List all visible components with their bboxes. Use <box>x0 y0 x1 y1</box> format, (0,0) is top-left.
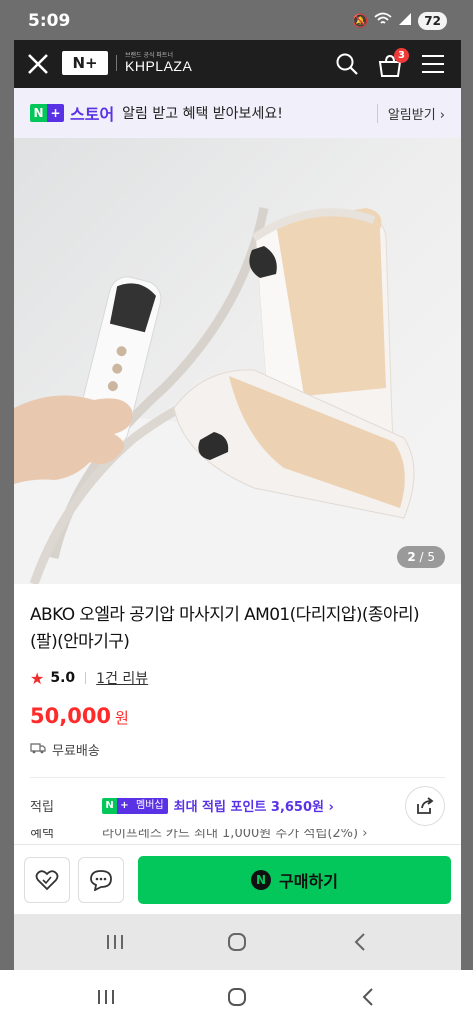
plus-mark: + <box>47 104 64 122</box>
truck-icon <box>30 742 46 758</box>
image-total: / 5 <box>419 550 436 564</box>
points-row[interactable]: 적립 N + 멤버십 최대 적립 포인트 3,650원 › <box>30 796 445 815</box>
n-mark: N <box>102 797 117 814</box>
divider <box>30 777 445 778</box>
n-plus-logo: N+ <box>62 51 108 75</box>
signal-icon <box>398 12 412 30</box>
star-icon: ★ <box>30 668 45 688</box>
n-plus-badge: N + <box>30 104 64 122</box>
image-current: 2 <box>407 550 416 564</box>
n-mark: N <box>30 104 47 122</box>
back-icon[interactable] <box>340 927 380 957</box>
membership-badge: N + 멤버십 <box>102 797 168 814</box>
naver-n-icon: N <box>251 869 272 890</box>
benefit-row[interactable]: 혜택 라이프레즈 카드 최대 1,000원 추가 적립(2%) › <box>30 829 445 841</box>
buy-button[interactable]: N 구매하기 <box>138 855 451 904</box>
rating-value: 5.0 <box>50 670 76 686</box>
brand-logo: 브랜드 공식 파트너 KHPLAZA <box>125 53 193 74</box>
close-icon[interactable] <box>24 50 52 78</box>
brand-name: KHPLAZA <box>125 58 193 74</box>
logo-separator <box>116 55 117 71</box>
status-icons: 🔕 72 <box>352 12 447 30</box>
store-logo[interactable]: N+ 브랜드 공식 파트너 KHPLAZA <box>62 51 192 75</box>
benefit-label: 혜택 <box>30 829 54 841</box>
frame-left <box>0 0 14 970</box>
buy-label: 구매하기 <box>279 871 338 891</box>
product-info: ABKO 오엘라 공기압 마사지기 AM01(다리지압)(종아리)(팔)(안마기… <box>14 584 461 844</box>
home-icon[interactable] <box>217 927 257 957</box>
wifi-icon <box>374 12 392 30</box>
cart-count-badge: 3 <box>394 48 409 63</box>
plus-mark: + <box>117 797 132 814</box>
price-row: 50,000 원 <box>30 704 445 728</box>
home-icon[interactable] <box>217 982 257 1012</box>
menu-icon[interactable] <box>421 54 445 78</box>
search-icon[interactable] <box>335 52 359 80</box>
cart-button[interactable]: 3 <box>377 48 409 78</box>
app-header: N+ 브랜드 공식 파트너 KHPLAZA 3 <box>14 40 461 88</box>
rating-row: ★ 5.0 1건 리뷰 <box>30 668 445 688</box>
heart-icon <box>35 869 59 890</box>
battery-indicator: 72 <box>418 12 447 30</box>
product-photo <box>14 138 461 584</box>
header-icons: 3 <box>335 48 445 80</box>
banner-message: 알림 받고 혜택 받아보세요! <box>122 106 283 122</box>
store-name: 스토어 <box>70 105 115 124</box>
status-time: 5:09 <box>28 11 71 31</box>
share-button[interactable] <box>405 786 445 826</box>
recent-apps-icon[interactable] <box>86 982 126 1012</box>
image-counter: 2 / 5 <box>397 546 445 568</box>
frame-right <box>461 0 473 970</box>
inner-navigation-bar <box>14 914 461 970</box>
benefit-text: 라이프레즈 카드 최대 1,000원 추가 적립(2%) › <box>102 829 368 841</box>
wishlist-button[interactable] <box>24 856 70 903</box>
membership-label: 멤버십 <box>132 797 168 814</box>
recent-apps-icon[interactable] <box>95 927 135 957</box>
rating-separator <box>85 672 87 684</box>
bottom-action-bar: N 구매하기 <box>14 844 461 914</box>
status-bar: 5:09 🔕 72 <box>14 6 461 36</box>
talk-button[interactable] <box>78 856 124 903</box>
points-label: 적립 <box>30 800 54 815</box>
mute-icon: 🔕 <box>352 13 369 29</box>
chat-icon <box>90 869 112 891</box>
shipping-text: 무료배송 <box>52 744 100 759</box>
price-value: 50,000 <box>30 704 112 728</box>
back-icon[interactable] <box>348 982 388 1012</box>
naver-plus-store-logo: N + 스토어 <box>30 101 114 125</box>
store-alarm-banner[interactable]: N + 스토어 알림 받고 혜택 받아보세요! 알림받기 › <box>14 88 461 138</box>
points-text: 최대 적립 포인트 3,650원 › <box>173 800 334 815</box>
shipping-row: 무료배송 <box>30 740 445 759</box>
review-link[interactable]: 1건 리뷰 <box>96 668 148 688</box>
alarm-subscribe-button[interactable]: 알림받기 › <box>376 103 445 123</box>
product-title: ABKO 오엘라 공기압 마사지기 AM01(다리지압)(종아리)(팔)(안마기… <box>30 605 420 652</box>
price-currency: 원 <box>115 709 129 727</box>
system-navigation-bar <box>0 970 473 1024</box>
share-icon <box>417 797 434 814</box>
product-image[interactable]: 2 / 5 <box>14 138 461 584</box>
